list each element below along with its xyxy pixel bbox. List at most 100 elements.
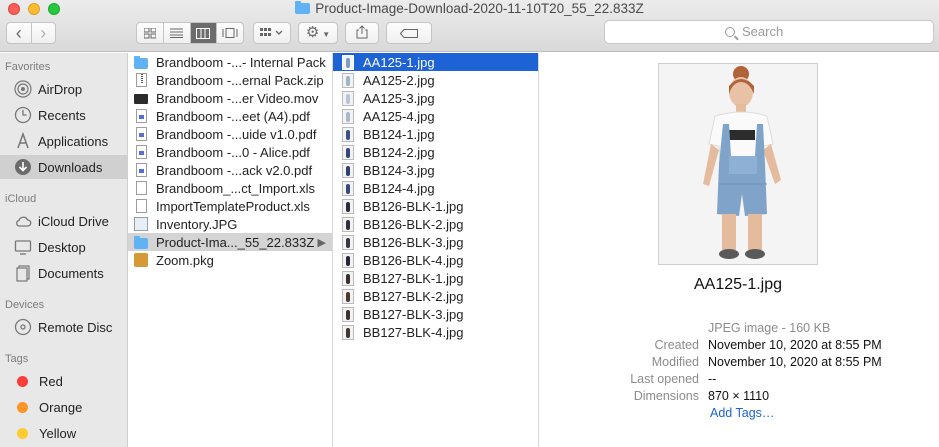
file-name: BB124-1.jpg <box>363 126 435 142</box>
sidebar-item-recents[interactable]: Recents <box>0 103 127 127</box>
gallery-view-icon <box>222 28 238 38</box>
list-item[interactable]: Brandboom -...eet (A4).pdf <box>128 107 332 125</box>
list-item[interactable]: BB126-BLK-4.jpg <box>333 251 538 269</box>
sidebar-item-label: Downloads <box>38 159 103 175</box>
folder-icon <box>134 55 148 69</box>
group-by-button[interactable] <box>253 22 291 44</box>
list-item[interactable]: BB126-BLK-1.jpg <box>333 197 538 215</box>
grid-icon <box>260 28 283 36</box>
list-item[interactable]: Brandboom -...0 - Alice.pdf <box>128 143 332 161</box>
icon-view-icon <box>143 27 156 38</box>
list-item[interactable]: Brandboom_...ct_Import.xls <box>128 179 332 197</box>
zip-file-icon <box>136 73 147 87</box>
image-thumbnail-icon <box>342 252 354 268</box>
list-item[interactable]: Inventory.JPG <box>128 215 332 233</box>
image-thumbnail-icon <box>342 288 354 304</box>
icon-view-button[interactable] <box>137 23 164 43</box>
window-title-text: Product-Image-Download-2020-11-10T20_55_… <box>315 1 644 16</box>
list-item[interactable]: BB127-BLK-1.jpg <box>333 269 538 287</box>
list-item[interactable]: BB124-4.jpg <box>333 179 538 197</box>
search-field[interactable]: Search <box>604 20 934 44</box>
search-placeholder: Search <box>742 24 784 39</box>
file-name: Brandboom -...eet (A4).pdf <box>156 108 310 124</box>
yellow-tag-dot-icon <box>17 427 28 439</box>
file-name: BB127-BLK-4.jpg <box>363 324 464 340</box>
file-name: Zoom.pkg <box>156 252 214 268</box>
file-name: Brandboom_...ct_Import.xls <box>156 180 315 196</box>
action-button[interactable]: ⚙ ▼ <box>298 22 338 44</box>
gallery-view-button[interactable] <box>217 23 243 43</box>
list-item[interactable]: AA125-4.jpg <box>333 107 538 125</box>
list-item[interactable]: Brandboom -...er Video.mov <box>128 89 332 107</box>
list-view-button[interactable] <box>164 23 191 43</box>
list-item[interactable]: Brandboom -...ack v2.0.pdf <box>128 161 332 179</box>
sidebar-item-desktop[interactable]: Desktop <box>0 235 127 259</box>
file-name: Product-Ima..._55_22.833Z <box>156 234 315 250</box>
cloud-icon <box>14 212 32 230</box>
file-name: BB126-BLK-3.jpg <box>363 234 464 250</box>
sidebar-item-tag-orange[interactable]: Orange <box>0 395 127 419</box>
sidebar-item-tag-yellow[interactable]: Yellow <box>0 421 127 445</box>
list-item[interactable]: Brandboom -...ernal Pack.zip <box>128 71 332 89</box>
image-thumbnail-icon <box>342 180 354 196</box>
file-name: BB126-BLK-2.jpg <box>363 216 464 232</box>
file-name: BB126-BLK-4.jpg <box>363 252 464 268</box>
list-item[interactable]: BB124-3.jpg <box>333 161 538 179</box>
list-item[interactable]: BB127-BLK-3.jpg <box>333 305 538 323</box>
preview-pane: AA125-1.jpg JPEG image - 160 KB Created … <box>539 53 939 447</box>
column-view-button[interactable] <box>190 23 218 43</box>
image-thumbnail-icon <box>342 54 354 70</box>
list-item[interactable]: Zoom.pkg <box>128 251 332 269</box>
sidebar-item-documents[interactable]: Documents <box>0 261 127 285</box>
list-item[interactable]: Brandboom -...uide v1.0.pdf <box>128 125 332 143</box>
search-icon <box>725 27 735 37</box>
window-title: Product-Image-Download-2020-11-10T20_55_… <box>0 1 939 16</box>
list-item-selected-file[interactable]: AA125-1.jpg <box>333 53 538 71</box>
list-item[interactable]: BB124-2.jpg <box>333 143 538 161</box>
spreadsheet-file-icon <box>136 181 147 195</box>
preview-image <box>658 63 818 265</box>
list-item[interactable]: BB126-BLK-3.jpg <box>333 233 538 251</box>
forward-button[interactable]: › <box>32 23 56 43</box>
edit-tags-button[interactable] <box>386 22 432 44</box>
sidebar-item-tag-red[interactable]: Red <box>0 369 127 393</box>
file-name: Inventory.JPG <box>156 216 238 232</box>
created-label: Created <box>654 338 699 352</box>
column-view-icon <box>196 27 211 39</box>
created-value: November 10, 2020 at 8:55 PM <box>708 338 882 352</box>
sidebar-item-label: Red <box>39 373 63 389</box>
file-name: AA125-1.jpg <box>363 54 435 70</box>
airdrop-icon <box>14 80 32 98</box>
back-button[interactable]: ‹ <box>7 23 32 43</box>
list-item[interactable]: BB124-1.jpg <box>333 125 538 143</box>
add-tags-link[interactable]: Add Tags… <box>710 406 774 420</box>
pdf-file-icon <box>136 163 147 177</box>
file-name: BB124-3.jpg <box>363 162 435 178</box>
modified-value: November 10, 2020 at 8:55 PM <box>708 355 882 369</box>
last-opened-label: Last opened <box>630 372 699 386</box>
list-item[interactable]: AA125-3.jpg <box>333 89 538 107</box>
file-name: ImportTemplateProduct.xls <box>156 198 310 214</box>
sidebar-item-icloud-drive[interactable]: iCloud Drive <box>0 209 127 233</box>
sidebar-item-label: Recents <box>38 107 86 123</box>
list-item[interactable]: BB127-BLK-4.jpg <box>333 323 538 341</box>
list-item[interactable]: AA125-2.jpg <box>333 71 538 89</box>
list-item[interactable]: ImportTemplateProduct.xls <box>128 197 332 215</box>
file-name: BB127-BLK-2.jpg <box>363 288 464 304</box>
model-photo-image <box>659 64 817 264</box>
sidebar-header-icloud: iCloud <box>5 193 37 205</box>
sidebar-item-label: AirDrop <box>38 81 83 97</box>
sidebar-item-remote-disc[interactable]: Remote Disc <box>0 315 127 339</box>
sidebar-item-airdrop[interactable]: AirDrop <box>0 77 127 101</box>
desktop-icon <box>14 238 32 256</box>
sidebar-item-applications[interactable]: Applications <box>0 129 127 153</box>
chevron-down-icon: ▼ <box>322 30 331 39</box>
downloads-column: Brandboom -...- Internal Pack Brandboom … <box>128 53 333 447</box>
list-item-selected-folder[interactable]: Product-Ima..._55_22.833Z ▶ <box>128 233 332 251</box>
list-item[interactable]: BB126-BLK-2.jpg <box>333 215 538 233</box>
image-thumbnail-icon <box>342 270 354 286</box>
list-item[interactable]: BB127-BLK-2.jpg <box>333 287 538 305</box>
list-item[interactable]: Brandboom -...- Internal Pack <box>128 53 332 71</box>
sidebar-item-downloads[interactable]: Downloads <box>0 155 127 179</box>
share-button[interactable] <box>345 22 379 44</box>
